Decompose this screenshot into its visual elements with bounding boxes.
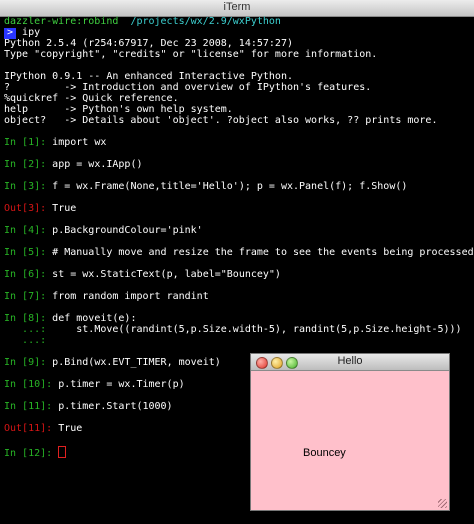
session-line: In [7]: from random import randint [4, 291, 209, 303]
in-prompt: In [7]: [4, 291, 47, 302]
banner-line: object? -> Details about 'object'. ?obje… [4, 115, 438, 126]
session-line: In [10]: p.timer = wx.Timer(p) [4, 379, 185, 391]
session-line: In [3]: f = wx.Frame(None,title='Hello')… [4, 181, 408, 193]
in-prompt: In [9]: [4, 357, 47, 368]
in-prompt: In [10]: [4, 379, 53, 390]
in-prompt: In [8]: [4, 313, 47, 324]
session-line: Out[11]: True [4, 423, 83, 435]
output-text: True [52, 423, 83, 434]
code-text: st = wx.StaticText(p, label="Bouncey") [46, 269, 281, 280]
out-prompt: Out[11]: [4, 423, 53, 434]
session-line[interactable]: In [12]: [4, 446, 67, 460]
in-prompt: In [2]: [4, 159, 47, 170]
output-text: True [46, 203, 77, 214]
out-prompt: Out[3]: [4, 203, 47, 214]
text-cursor [58, 446, 67, 458]
bouncey-label: Bouncey [303, 447, 346, 459]
session-line: In [6]: st = wx.StaticText(p, label="Bou… [4, 269, 281, 281]
shell-prompt-line: dazzler-wire:robind /projects/wx/2.9/wxP… [4, 16, 281, 28]
shell-command: ipy [16, 27, 41, 38]
in-prompt: In [4]: [4, 225, 47, 236]
hello-window[interactable]: Hello Bouncey [250, 353, 450, 511]
session-line: ...: st.Move((randint(5,p.Size.width-5),… [4, 324, 462, 336]
hello-title: Hello [337, 355, 363, 367]
code-text: p.timer.Start(1000) [52, 401, 173, 412]
session-line: In [11]: p.timer.Start(1000) [4, 401, 173, 413]
session-line: In [4]: p.BackgroundColour='pink' [4, 225, 203, 237]
code-text: p.Bind(wx.EVT_TIMER, moveit) [46, 357, 221, 368]
in-prompt: In [6]: [4, 269, 47, 280]
session-line: ...: [4, 335, 47, 347]
code-text: from random import randint [46, 291, 209, 302]
in-prompt: In [12]: [4, 448, 53, 459]
in-prompt: In [5]: [4, 247, 47, 258]
resize-grip-icon[interactable] [438, 499, 447, 508]
session-line: In [1]: import wx [4, 137, 107, 149]
session-line: In [2]: app = wx.IApp() [4, 159, 143, 171]
session-line: In [5]: # Manually move and resize the f… [4, 247, 474, 259]
in-prompt: In [3]: [4, 181, 47, 192]
in-prompt: In [1]: [4, 137, 47, 148]
continuation-prompt: ...: [4, 324, 47, 335]
code-text: def moveit(e): [46, 313, 137, 324]
code-text: app = wx.IApp() [46, 159, 143, 170]
banner-line: Type "copyright", "credits" or "license"… [4, 49, 378, 60]
code-text: st.Move((randint(5,p.Size.width-5), rand… [46, 324, 462, 335]
continuation-prompt: ...: [4, 335, 47, 346]
in-prompt: In [11]: [4, 401, 53, 412]
shell-path: /projects/wx/2.9/wxPython [130, 16, 281, 27]
hello-titlebar[interactable]: Hello [251, 354, 449, 371]
shell-user: dazzler-wire:robind [4, 16, 119, 27]
window-titlebar[interactable]: iTerm [0, 0, 474, 17]
session-line: In [9]: p.Bind(wx.EVT_TIMER, moveit) [4, 357, 221, 369]
code-text: p.timer = wx.Timer(p) [52, 379, 185, 390]
code-text: p.BackgroundColour='pink' [46, 225, 203, 236]
code-text: f = wx.Frame(None,title='Hello'); p = wx… [46, 181, 408, 192]
code-text: import wx [46, 137, 107, 148]
window-title: iTerm [223, 1, 251, 13]
code-text: # Manually move and resize the frame to … [46, 247, 474, 258]
session-line: Out[3]: True [4, 203, 77, 215]
